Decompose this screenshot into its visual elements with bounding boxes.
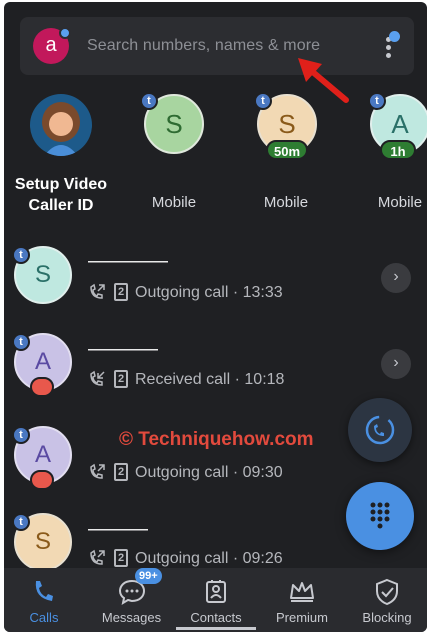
sim-icon: 2 xyxy=(114,463,128,481)
call-detail: Received call · 10:18 xyxy=(135,371,285,388)
active-tab-indicator xyxy=(176,627,256,630)
favorite-label: Setup Video Caller ID xyxy=(14,176,108,214)
shield-check-icon xyxy=(376,578,398,606)
premium-duration-badge: 50m xyxy=(266,140,308,160)
search-input[interactable]: Search numbers, names & more xyxy=(87,37,320,55)
dialpad-icon xyxy=(370,502,390,529)
premium-duration-badge: 1h xyxy=(380,140,416,160)
truecaller-badge-icon: t xyxy=(12,333,30,351)
call-detail: Outgoing call · 13:33 xyxy=(135,284,283,301)
sim-icon: 2 xyxy=(114,283,128,301)
truecaller-badge-icon: t xyxy=(12,426,30,444)
outgoing-call-icon xyxy=(90,549,105,565)
video-caller-avatar xyxy=(30,94,92,156)
truecaller-badge-icon: t xyxy=(12,513,30,531)
contact-name-redacted xyxy=(88,522,148,536)
spam-call-badge-icon xyxy=(30,377,54,397)
contact-name-redacted xyxy=(88,254,168,268)
nav-blocking[interactable]: Blocking xyxy=(347,568,427,632)
sim-icon: 2 xyxy=(114,549,128,567)
truecaller-badge-icon: t xyxy=(368,92,386,110)
call-detail: Outgoing call · 09:30 xyxy=(135,464,283,481)
truecaller-badge-icon: t xyxy=(254,92,272,110)
nav-messages[interactable]: 99+ Messages xyxy=(89,568,174,632)
video-call-fab[interactable] xyxy=(348,398,412,462)
outgoing-call-icon xyxy=(90,283,105,299)
nav-premium[interactable]: Premium xyxy=(262,568,342,632)
app-frame: a Search numbers, names & more Setup Vid… xyxy=(4,2,427,632)
truecaller-badge-icon: t xyxy=(12,246,30,264)
outgoing-call-icon xyxy=(90,463,105,479)
sim-icon: 2 xyxy=(114,370,128,388)
contact-name-redacted xyxy=(88,342,158,356)
call-detail: Outgoing call · 09:26 xyxy=(135,550,283,567)
watermark-text: © Techniquehow.com xyxy=(119,429,314,450)
favorite-label: Mobile xyxy=(151,194,197,211)
received-call-icon xyxy=(90,370,105,386)
chevron-right-icon[interactable]: › xyxy=(381,263,411,293)
messages-count-badge: 99+ xyxy=(135,568,162,584)
crown-icon xyxy=(290,582,314,602)
assistant-call-icon xyxy=(365,415,395,445)
menu-notification-dot xyxy=(389,31,400,42)
spam-call-badge-icon xyxy=(30,470,54,490)
chevron-right-icon[interactable]: › xyxy=(381,349,411,379)
search-bar[interactable]: a Search numbers, names & more xyxy=(20,17,414,75)
nav-calls[interactable]: Calls xyxy=(4,568,84,632)
dialpad-fab[interactable] xyxy=(346,482,414,550)
contact-card-icon xyxy=(206,580,226,603)
truecaller-badge-icon: t xyxy=(140,92,158,110)
avatar-letter: a xyxy=(45,34,57,56)
favorite-label: Mobile xyxy=(377,194,423,211)
profile-avatar[interactable]: a xyxy=(33,27,71,64)
nav-contacts[interactable]: Contacts xyxy=(176,568,256,632)
notification-dot xyxy=(59,27,71,39)
more-menu-icon[interactable] xyxy=(386,31,400,59)
favorite-label: Mobile xyxy=(263,194,309,211)
phone-icon xyxy=(35,581,53,601)
bottom-navigation: Calls 99+ Messages Contacts Premium Bloc… xyxy=(4,568,427,632)
